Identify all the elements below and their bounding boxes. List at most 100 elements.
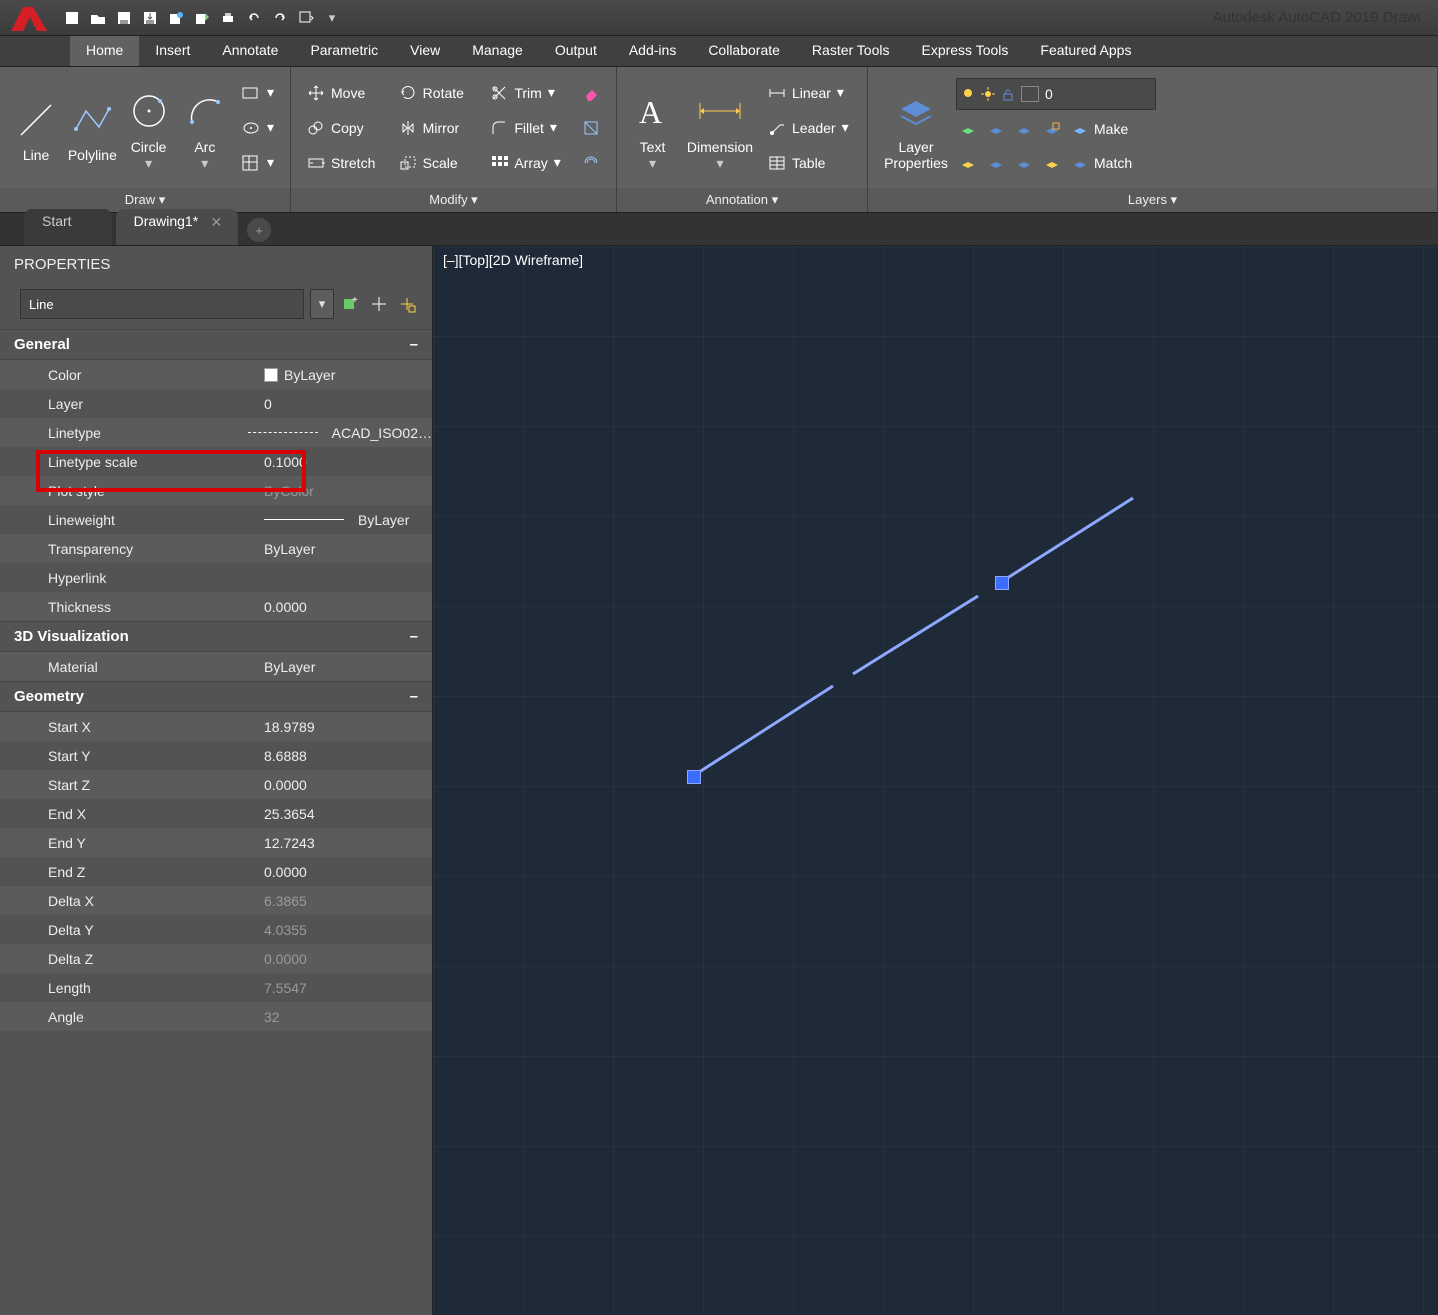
prop-length[interactable]: Length7.5547 <box>0 973 432 1002</box>
move-button[interactable]: Move <box>303 78 387 108</box>
select-icon[interactable] <box>368 293 390 315</box>
plot-icon[interactable] <box>190 6 214 30</box>
dimension-button[interactable]: Dimension▾ <box>680 72 760 183</box>
prop-endx[interactable]: End X25.3654 <box>0 799 432 828</box>
prop-endy[interactable]: End Y12.7243 <box>0 828 432 857</box>
undo-icon[interactable] <box>242 6 266 30</box>
save-icon[interactable] <box>112 6 136 30</box>
qat-more-icon[interactable] <box>294 6 318 30</box>
layer-freeze-button[interactable] <box>984 114 1008 144</box>
group-3dviz[interactable]: 3D Visualization– <box>0 621 432 652</box>
rotate-button[interactable]: Rotate <box>395 78 479 108</box>
close-icon[interactable]: ✕ <box>210 214 222 231</box>
tab-express[interactable]: Express Tools <box>905 36 1024 66</box>
web-icon[interactable] <box>164 6 188 30</box>
tab-manage[interactable]: Manage <box>456 36 539 66</box>
erase-button[interactable] <box>578 78 604 108</box>
qat-dropdown-icon[interactable]: ▾ <box>320 6 344 30</box>
text-button[interactable]: AText▾ <box>625 72 680 183</box>
layer-iso-button[interactable] <box>956 114 980 144</box>
selection-type-dropdown[interactable]: Line <box>20 289 304 319</box>
saveas-icon[interactable] <box>138 6 162 30</box>
linear-button[interactable]: Linear ▾ <box>764 78 853 108</box>
qselect-icon[interactable] <box>396 293 418 315</box>
tab-annotate[interactable]: Annotate <box>206 36 294 66</box>
prop-starty[interactable]: Start Y8.6888 <box>0 741 432 770</box>
prop-material[interactable]: MaterialByLayer <box>0 652 432 681</box>
layer-a-button[interactable] <box>956 148 980 178</box>
redo-icon[interactable] <box>268 6 292 30</box>
prop-deltaz[interactable]: Delta Z0.0000 <box>0 944 432 973</box>
pickadd-icon[interactable]: + <box>340 293 362 315</box>
selection-dropdown-icon[interactable]: ▾ <box>310 289 334 319</box>
new-tab-button[interactable]: + <box>247 218 271 242</box>
prop-thickness[interactable]: Thickness0.0000 <box>0 592 432 621</box>
panel-layers-title[interactable]: Layers ▾ <box>868 188 1437 212</box>
trim-button[interactable]: Trim ▾ <box>486 78 570 108</box>
prop-startx[interactable]: Start X18.9789 <box>0 712 432 741</box>
prop-endz[interactable]: End Z0.0000 <box>0 857 432 886</box>
tab-insert[interactable]: Insert <box>139 36 206 66</box>
layer-off-button[interactable] <box>1040 114 1064 144</box>
group-general[interactable]: General– <box>0 329 432 360</box>
collapse-icon[interactable]: – <box>410 688 418 705</box>
hatch-button[interactable]: ▾ <box>237 148 278 178</box>
tab-addins[interactable]: Add-ins <box>613 36 692 66</box>
layer-d-button[interactable] <box>1040 148 1064 178</box>
doctab-start[interactable]: Start <box>24 209 112 245</box>
prop-deltax[interactable]: Delta X6.3865 <box>0 886 432 915</box>
tab-parametric[interactable]: Parametric <box>294 36 394 66</box>
app-logo[interactable] <box>5 0 55 35</box>
prop-color[interactable]: ColorByLayer <box>0 360 432 389</box>
prop-transparency[interactable]: TransparencyByLayer <box>0 534 432 563</box>
line-button[interactable]: Line <box>8 72 64 183</box>
drawing-canvas[interactable]: [–][Top][2D Wireframe] <box>433 246 1438 1315</box>
tab-collaborate[interactable]: Collaborate <box>692 36 796 66</box>
collapse-icon[interactable]: – <box>410 628 418 645</box>
layer-dropdown[interactable]: 0 <box>956 78 1156 110</box>
circle-button[interactable]: Circle▾ <box>120 72 176 183</box>
grip-start[interactable] <box>687 770 701 784</box>
arc-button[interactable]: Arc▾ <box>177 72 233 183</box>
polyline-button[interactable]: Polyline <box>64 72 120 183</box>
tab-featured[interactable]: Featured Apps <box>1024 36 1147 66</box>
panel-modify-title[interactable]: Modify ▾ <box>291 188 616 212</box>
prop-hyperlink[interactable]: Hyperlink <box>0 563 432 592</box>
rect-button[interactable]: ▾ <box>237 78 278 108</box>
layer-lock-button[interactable] <box>1012 114 1036 144</box>
match-button[interactable]: Match <box>1068 148 1136 178</box>
open-icon[interactable] <box>86 6 110 30</box>
panel-annotation-title[interactable]: Annotation ▾ <box>617 188 867 212</box>
leader-button[interactable]: Leader ▾ <box>764 113 853 143</box>
stretch-button[interactable]: Stretch <box>303 148 387 178</box>
prop-angle[interactable]: Angle32 <box>0 1002 432 1031</box>
tab-view[interactable]: View <box>394 36 456 66</box>
prop-lineweight[interactable]: LineweightByLayer <box>0 505 432 534</box>
tab-home[interactable]: Home <box>70 36 139 66</box>
table-button[interactable]: Table <box>764 148 853 178</box>
tab-raster[interactable]: Raster Tools <box>796 36 906 66</box>
collapse-icon[interactable]: – <box>410 336 418 353</box>
scale-button[interactable]: Scale <box>395 148 479 178</box>
prop-startz[interactable]: Start Z0.0000 <box>0 770 432 799</box>
layer-c-button[interactable] <box>1012 148 1036 178</box>
doctab-drawing1[interactable]: Drawing1*✕ <box>116 209 239 245</box>
prop-deltay[interactable]: Delta Y4.0355 <box>0 915 432 944</box>
ellipse-button[interactable]: ▾ <box>237 113 278 143</box>
fillet-button[interactable]: Fillet ▾ <box>486 113 570 143</box>
group-geometry[interactable]: Geometry– <box>0 681 432 712</box>
explode-button[interactable] <box>578 113 604 143</box>
grip-end[interactable] <box>995 576 1009 590</box>
selected-line[interactable] <box>433 246 1433 1246</box>
offset-button[interactable] <box>578 148 604 178</box>
prop-linetype[interactable]: LinetypeACAD_ISO02… <box>0 418 432 447</box>
tab-output[interactable]: Output <box>539 36 613 66</box>
layerprops-button[interactable]: Layer Properties <box>876 72 956 183</box>
new-icon[interactable] <box>60 6 84 30</box>
array-button[interactable]: Array ▾ <box>486 148 570 178</box>
copy-button[interactable]: Copy <box>303 113 387 143</box>
layer-b-button[interactable] <box>984 148 1008 178</box>
mirror-button[interactable]: Mirror <box>395 113 479 143</box>
make-button[interactable]: Make <box>1068 114 1132 144</box>
print-icon[interactable] <box>216 6 240 30</box>
